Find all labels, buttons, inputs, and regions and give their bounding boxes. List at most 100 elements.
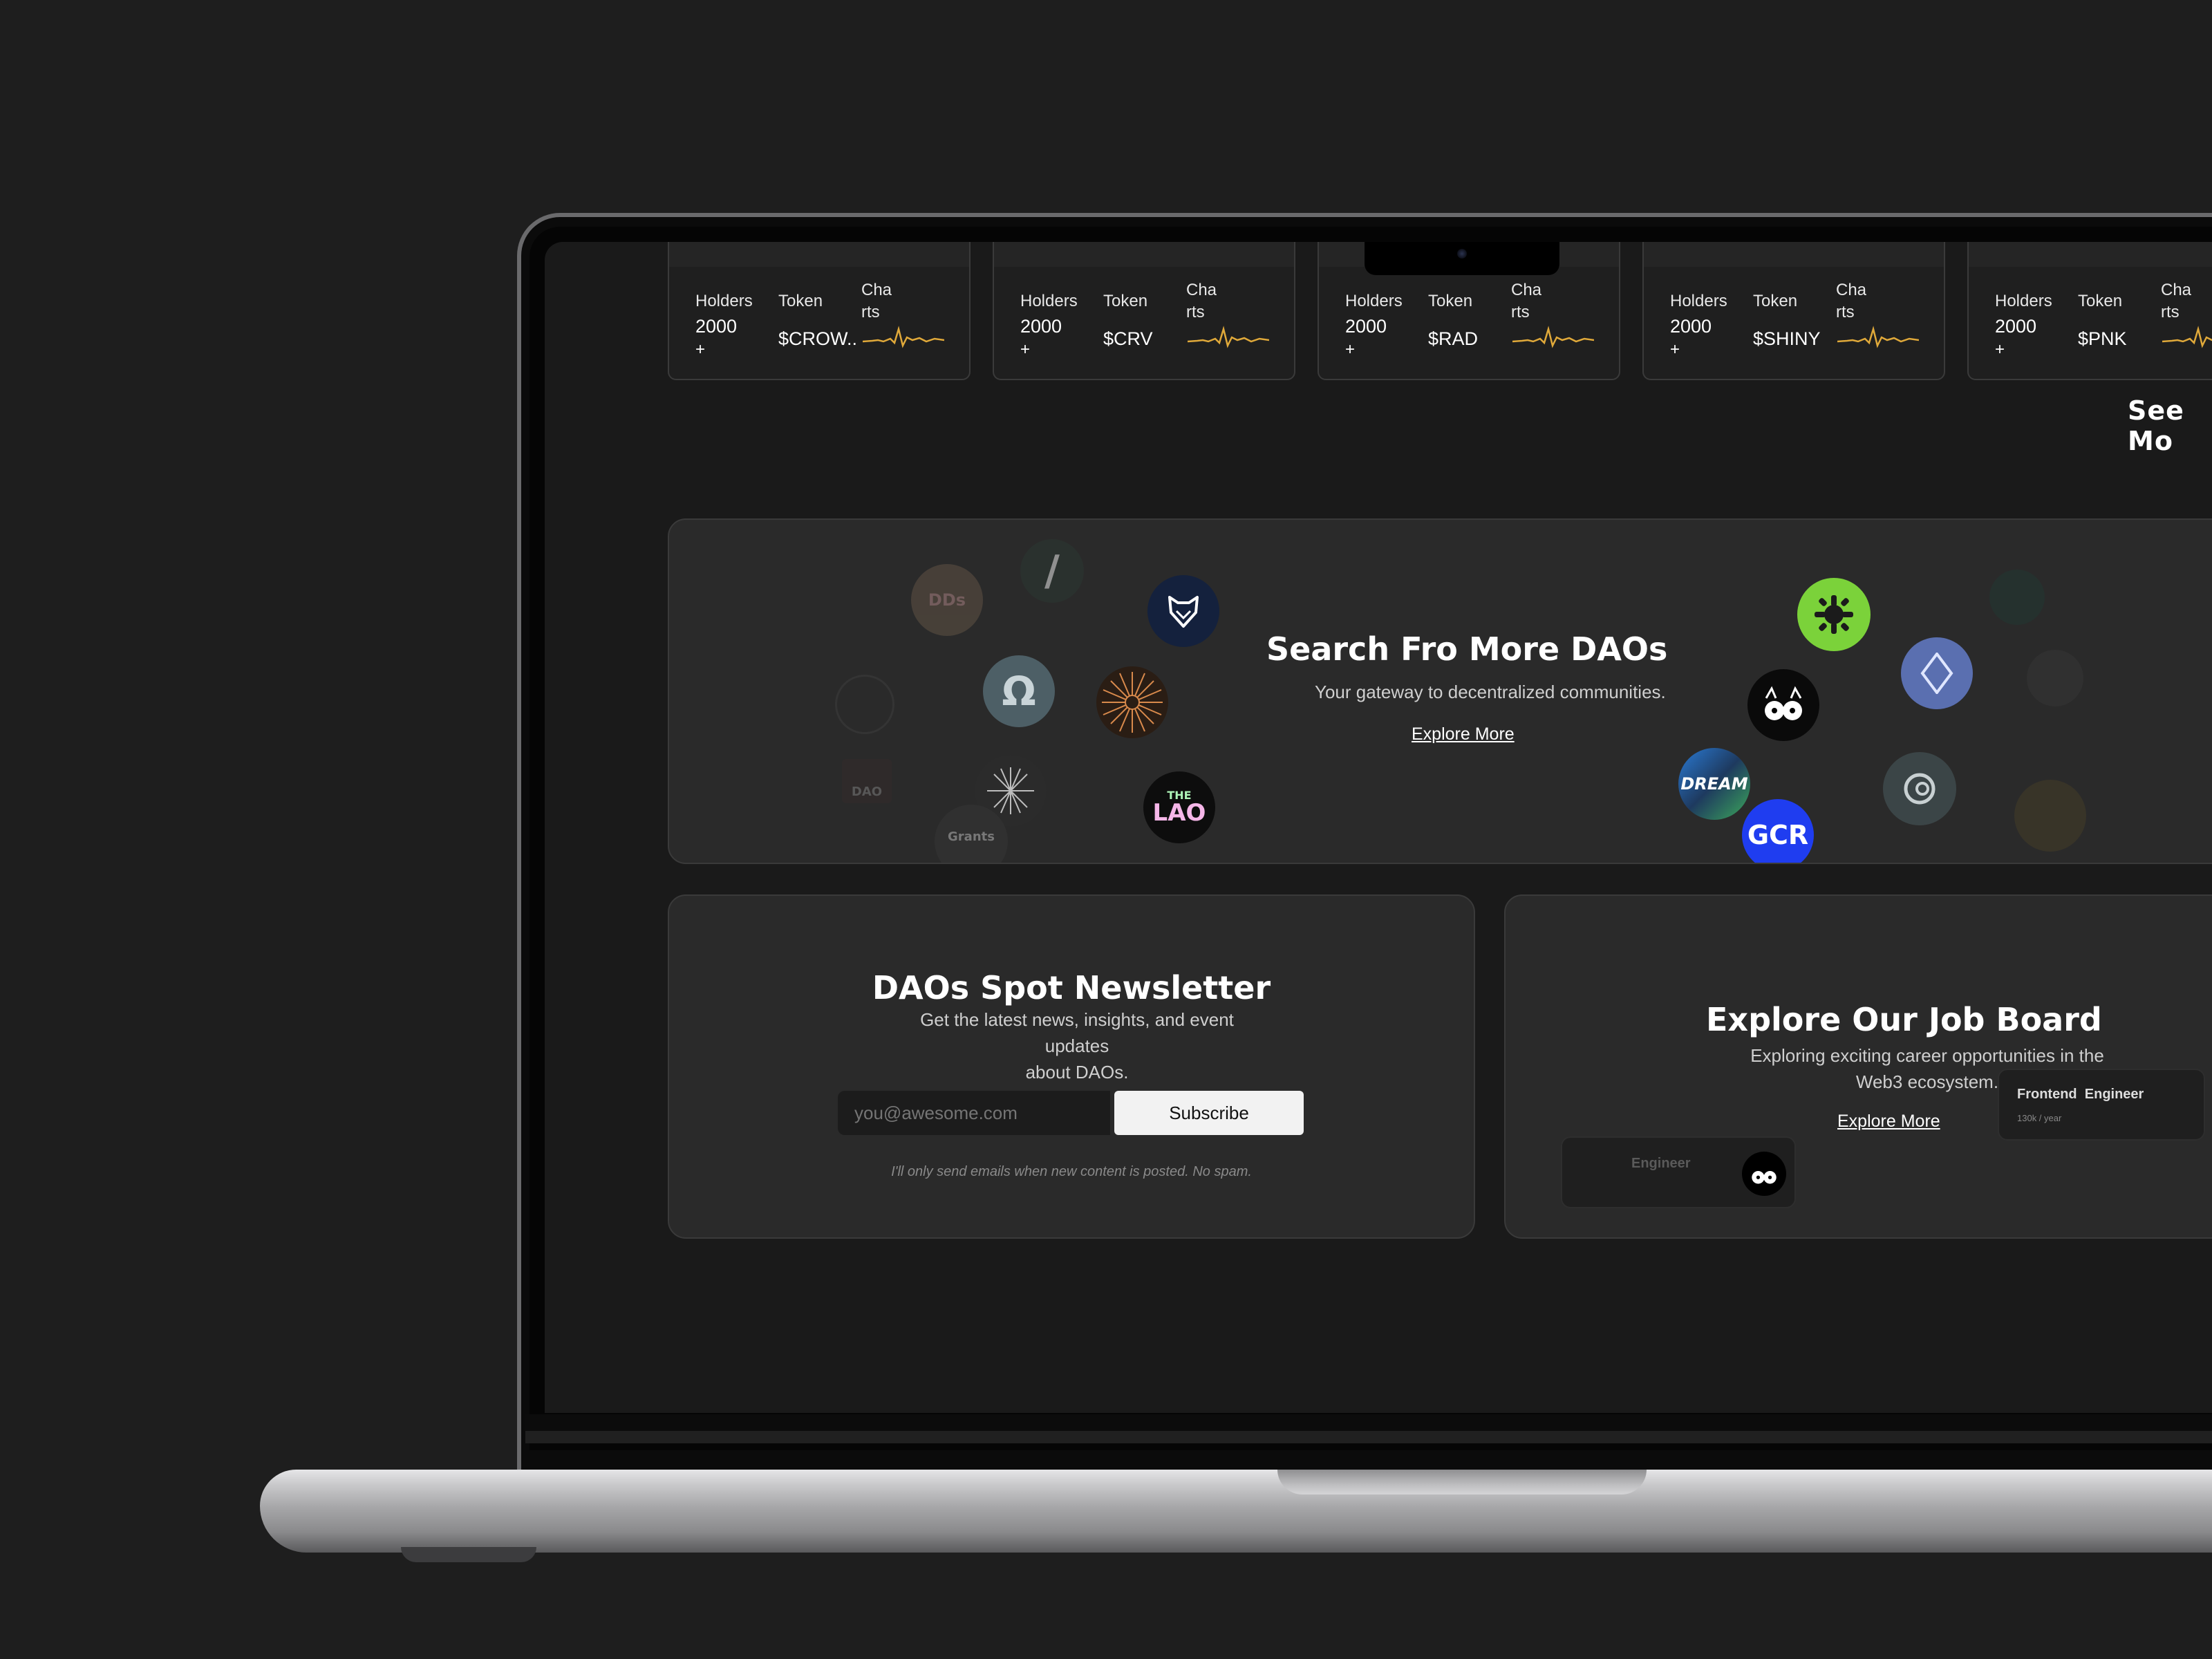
subscribe-button[interactable]: Subscribe xyxy=(1114,1091,1304,1135)
job-card-left[interactable]: Engineer xyxy=(1561,1136,1796,1208)
token-card[interactable]: Holders 2000 + Token $PNK Cha rts xyxy=(1967,242,2212,380)
sunburst-logo-icon[interactable] xyxy=(1096,666,1168,738)
holders-value: 2000 xyxy=(1670,316,1712,337)
newsletter-subtitle: Get the latest news, insights, and event… xyxy=(904,1006,1250,1085)
token-card[interactable]: Holders 2000 + Token $CROW.. Cha rts xyxy=(668,242,971,380)
newsletter-title: DAOs Spot Newsletter xyxy=(872,969,1271,1006)
green-gear-logo-icon[interactable] xyxy=(1797,578,1871,651)
shapeshift-fox-logo-icon[interactable] xyxy=(1147,575,1219,647)
gcr-text: GCR xyxy=(1747,820,1809,850)
dao-square-text: DAO xyxy=(851,785,883,799)
holders-label: Holders xyxy=(1995,292,2052,310)
dao-square-logo-icon[interactable]: DAO xyxy=(842,759,892,803)
holders-value: 2000 xyxy=(1020,316,1062,337)
charts-label: Cha xyxy=(2161,281,2192,299)
job-card-title: Frontend Engineer xyxy=(2017,1087,2144,1102)
sparkline-chart-icon xyxy=(1188,326,1269,348)
holders-label: Holders xyxy=(1345,292,1403,310)
slash-logo-icon[interactable]: / xyxy=(1020,539,1084,603)
search-banner-explore-link[interactable]: Explore More xyxy=(1412,724,1515,744)
dds-logo-icon[interactable]: DDs xyxy=(911,564,983,636)
laptop-opening-groove xyxy=(1277,1470,1647,1494)
token-card-header xyxy=(994,242,1294,267)
charts-label: rts xyxy=(1186,303,1205,321)
teal-tree-logo-icon[interactable] xyxy=(1989,570,2045,625)
holders-value: 2000 xyxy=(1995,316,2037,337)
laptop-screen: Holders 2000 + Token $CROW.. Cha rts Holders 200… xyxy=(545,242,2212,1413)
charts-label: Cha xyxy=(1836,281,1867,299)
search-banner-subtitle: Your gateway to decentralized communitie… xyxy=(1315,682,1666,702)
newsletter-subtitle-line: updates xyxy=(1044,1035,1109,1056)
newsletter-subtitle-line: Get the latest news, insights, and event xyxy=(920,1009,1234,1030)
faded-gold-logo-icon[interactable] xyxy=(2014,780,2086,852)
sparkline-chart-icon xyxy=(1837,326,1919,348)
job-board-subtitle-line: Exploring exciting career opportunities … xyxy=(1750,1045,2104,1066)
charts-label: rts xyxy=(1511,303,1530,321)
job-card-title: Engineer xyxy=(1631,1156,1691,1171)
job-card-right[interactable]: Frontend Engineer 130k / year xyxy=(1998,1069,2205,1141)
charts-label: Cha xyxy=(1511,281,1542,299)
token-card-header xyxy=(669,242,969,267)
holders-suffix: + xyxy=(1670,340,1680,359)
token-card-header xyxy=(1644,242,1944,267)
holders-suffix: + xyxy=(1345,340,1356,359)
the-lao-logo-icon[interactable]: THE LAO xyxy=(1143,771,1215,843)
diamond-icon xyxy=(1920,653,1953,694)
token-label: Token xyxy=(1428,292,1473,310)
search-daos-banner: DDs / Ω THE LAO Grants DAO Search Fro Mo… xyxy=(668,518,2212,864)
cat-mask-icon xyxy=(1752,1171,1777,1184)
newsletter-note: I'll only send emails when new content i… xyxy=(891,1164,1252,1179)
job-card-salary: 130k / year xyxy=(2017,1113,2062,1123)
cat-mask-logo-icon[interactable] xyxy=(1747,669,1819,741)
ens-diamond-logo-icon[interactable] xyxy=(1901,637,1973,709)
newsletter-subtitle-line: about DAOs. xyxy=(1025,1062,1129,1082)
charts-label: Cha xyxy=(1186,281,1217,299)
fox-icon xyxy=(1168,596,1199,628)
charts-label: rts xyxy=(861,303,880,321)
token-label: Token xyxy=(778,292,823,310)
cat-mask-logo-icon xyxy=(1742,1152,1786,1196)
camera-icon xyxy=(1457,249,1467,259)
omega-logo-icon[interactable]: Ω xyxy=(983,655,1055,727)
gcr-logo-icon[interactable]: GCR xyxy=(1742,799,1814,863)
token-card[interactable]: Holders 2000 + Token $CRV Cha rts xyxy=(993,242,1295,380)
dream-dao-logo-icon[interactable]: DREAM xyxy=(1678,748,1750,820)
dream-text: DREAM xyxy=(1680,774,1748,794)
omega-logo-text: Ω xyxy=(1002,668,1036,715)
charts-label: rts xyxy=(1836,303,1855,321)
screen-hinge-edge xyxy=(525,1431,2212,1443)
screen-hinge xyxy=(525,1414,2212,1431)
charts-label: Cha xyxy=(861,281,892,299)
holders-label: Holders xyxy=(695,292,753,310)
sparkline-chart-icon xyxy=(863,326,944,348)
coin-logo-icon[interactable] xyxy=(1883,752,1956,825)
holders-suffix: + xyxy=(1995,340,2005,359)
see-more-link[interactable]: See Mo xyxy=(2128,395,2212,456)
the-lao-large-text: LAO xyxy=(1152,799,1206,827)
laptop-foot xyxy=(401,1547,536,1562)
holders-suffix: + xyxy=(1020,340,1031,359)
charts-label: rts xyxy=(2161,303,2180,321)
token-label: Token xyxy=(1753,292,1798,310)
camera-notch xyxy=(1365,242,1559,275)
holders-value: 2000 xyxy=(1345,316,1387,337)
token-value: $SHINY xyxy=(1753,328,1821,349)
faded-dark-logo-icon[interactable] xyxy=(2027,650,2083,706)
holders-value: 2000 xyxy=(695,316,738,337)
dds-logo-text: DDs xyxy=(928,590,966,610)
gear-icon xyxy=(1815,595,1853,634)
job-board-explore-link[interactable]: Explore More xyxy=(1837,1112,1940,1132)
token-card[interactable]: Holders 2000 + Token $SHINY Cha rts xyxy=(1642,242,1945,380)
newsletter-panel: DAOs Spot Newsletter Get the latest news… xyxy=(668,894,1475,1239)
email-field[interactable] xyxy=(838,1091,1110,1135)
search-banner-title: Search Fro More DAOs xyxy=(1266,630,1668,668)
sunburst-icon xyxy=(1102,672,1163,733)
slash-logo-text: / xyxy=(1044,547,1060,595)
token-value: $PNK xyxy=(2078,328,2127,349)
token-value: $CROW.. xyxy=(778,328,858,349)
holders-label: Holders xyxy=(1020,292,1078,310)
faded-ring-logo-icon[interactable] xyxy=(835,675,894,734)
grants-text: Grants xyxy=(948,830,995,844)
laptop-base xyxy=(260,1470,2212,1553)
holders-suffix: + xyxy=(695,340,706,359)
